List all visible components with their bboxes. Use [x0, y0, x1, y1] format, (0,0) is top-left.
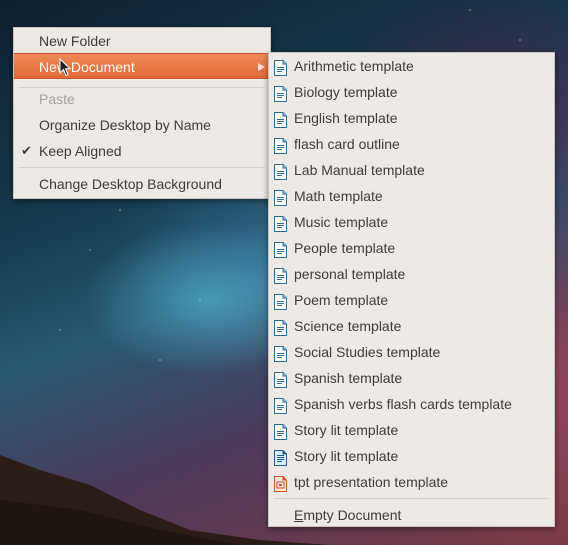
- menu-item-keep-aligned[interactable]: ✔ Keep Aligned: [14, 138, 270, 164]
- writer-document-icon: [274, 214, 287, 232]
- submenu-item-label: Arithmetic template: [294, 58, 414, 74]
- menu-item-paste: Paste: [14, 86, 270, 112]
- writer-document-icon: [274, 136, 287, 154]
- submenu-item-label: Lab Manual template: [294, 162, 425, 178]
- writer-document-icon: [274, 266, 287, 284]
- submenu-item-label: English template: [294, 110, 398, 126]
- submenu-item-label: Story lit template: [294, 422, 399, 438]
- writer-document-icon: [274, 396, 287, 414]
- submenu-item-template[interactable]: Poem template: [269, 287, 554, 313]
- submenu-item-label: Spanish verbs flash cards template: [294, 396, 512, 412]
- submenu-item-template[interactable]: Story lit template: [269, 417, 554, 443]
- menu-item-label: Keep Aligned: [39, 143, 122, 159]
- submenu-item-template[interactable]: Story lit template: [269, 443, 554, 469]
- submenu-item-label: Social Studies template: [294, 344, 441, 360]
- submenu-item-template[interactable]: Science template: [269, 313, 554, 339]
- new-document-submenu: Arithmetic template Biology template Engli…: [268, 52, 555, 527]
- menu-item-label: Paste: [39, 91, 75, 107]
- submenu-item-label: tpt presentation template: [294, 474, 449, 490]
- submenu-item-template[interactable]: Social Studies template: [269, 339, 554, 365]
- submenu-item-label: mpty Document: [303, 507, 402, 523]
- writer-document-icon: [274, 318, 287, 336]
- submenu-item-label: Story lit template: [294, 448, 399, 464]
- writer-document-icon: [274, 162, 287, 180]
- submenu-item-template[interactable]: Spanish template: [269, 365, 554, 391]
- submenu-item-label: Poem template: [294, 292, 389, 308]
- submenu-item-template[interactable]: tpt presentation template: [269, 469, 554, 495]
- submenu-item-template[interactable]: Math template: [269, 183, 554, 209]
- menu-item-organize-desktop[interactable]: Organize Desktop by Name: [14, 112, 270, 138]
- writer-document-icon: [274, 422, 287, 440]
- submenu-item-label: Spanish template: [294, 370, 403, 386]
- menu-item-change-background[interactable]: Change Desktop Background: [14, 171, 270, 197]
- menu-item-label: New Folder: [39, 33, 111, 49]
- submenu-item-template[interactable]: Music template: [269, 209, 554, 235]
- writer-document-icon: [274, 240, 287, 258]
- menu-item-label: Organize Desktop by Name: [39, 117, 211, 133]
- submenu-item-template[interactable]: Arithmetic template: [269, 53, 554, 79]
- submenu-item-label: Biology template: [294, 84, 398, 100]
- desktop-context-menu: New Folder New Document Paste Organize D…: [13, 27, 271, 199]
- writer-document-icon: [274, 58, 287, 76]
- submenu-item-template[interactable]: People template: [269, 235, 554, 261]
- impress-presentation-icon: [274, 474, 287, 492]
- writer-template-icon: [274, 448, 287, 466]
- checkmark-icon: ✔: [21, 143, 32, 158]
- writer-document-icon: [274, 84, 287, 102]
- submenu-item-template[interactable]: Spanish verbs flash cards template: [269, 391, 554, 417]
- submenu-item-empty-document[interactable]: Empty Document: [269, 502, 554, 528]
- submenu-item-template[interactable]: personal template: [269, 261, 554, 287]
- submenu-item-template[interactable]: Biology template: [269, 79, 554, 105]
- mouse-pointer-icon: [59, 58, 72, 77]
- menu-item-label: New Document: [39, 59, 135, 75]
- menu-separator: [274, 498, 549, 499]
- writer-document-icon: [274, 188, 287, 206]
- submenu-arrow-icon: [258, 63, 265, 71]
- submenu-item-label: People template: [294, 240, 396, 256]
- submenu-item-label: Math template: [294, 188, 383, 204]
- submenu-item-template[interactable]: flash card outline: [269, 131, 554, 157]
- menu-item-new-document[interactable]: New Document: [14, 53, 270, 79]
- menu-separator: [19, 167, 265, 168]
- writer-document-icon: [274, 292, 287, 310]
- mnemonic-letter: E: [294, 507, 304, 523]
- submenu-item-label: personal template: [294, 266, 406, 282]
- menu-item-label: Change Desktop Background: [39, 176, 222, 192]
- submenu-item-label: Music template: [294, 214, 389, 230]
- submenu-item-label: Science template: [294, 318, 402, 334]
- submenu-item-template[interactable]: Lab Manual template: [269, 157, 554, 183]
- submenu-item-label: flash card outline: [294, 136, 400, 152]
- writer-document-icon: [274, 110, 287, 128]
- menu-item-new-folder[interactable]: New Folder: [14, 28, 270, 54]
- writer-document-icon: [274, 370, 287, 388]
- submenu-item-template[interactable]: English template: [269, 105, 554, 131]
- writer-document-icon: [274, 344, 287, 362]
